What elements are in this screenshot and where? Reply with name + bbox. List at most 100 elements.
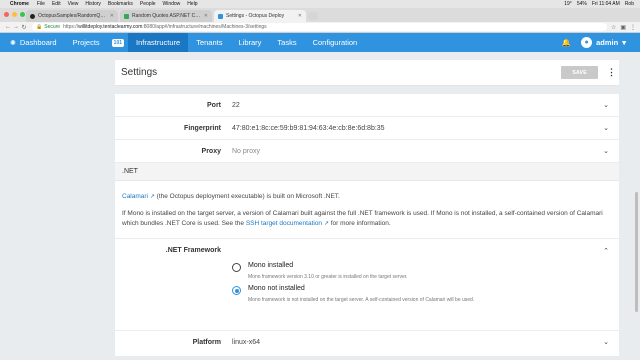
calamari-paragraph: Calamari ↗ (the Octopus deployment execu… xyxy=(115,192,619,202)
menubar-user[interactable]: Rob xyxy=(625,1,634,7)
page-icon xyxy=(124,13,129,19)
field-label: Proxy xyxy=(201,147,221,155)
page-title: Settings xyxy=(121,67,158,78)
chevron-down-icon[interactable]: ⌄ xyxy=(603,124,609,132)
forward-icon[interactable]: → xyxy=(12,24,20,30)
nav-label: Projects xyxy=(72,38,100,47)
nav-configuration[interactable]: Configuration xyxy=(305,33,366,52)
clock[interactable]: Fri 11:04 AM xyxy=(592,1,620,7)
ssh-docs-link[interactable]: SSH target documentation xyxy=(246,220,322,227)
octopus-top-nav: ✺ Dashboard Projects 101 Infrastructure … xyxy=(0,33,640,52)
close-tab-icon[interactable]: ✕ xyxy=(110,13,114,19)
menu-people[interactable]: People xyxy=(140,1,156,7)
dotnet-framework-row[interactable]: .NET Framework ⌃ xyxy=(115,238,619,262)
menu-view[interactable]: View xyxy=(68,1,79,7)
close-tab-icon[interactable]: ✕ xyxy=(204,13,208,19)
bell-icon[interactable]: 🔔 xyxy=(562,38,571,47)
chevron-down-icon[interactable]: ⌄ xyxy=(603,338,609,346)
github-icon xyxy=(30,13,35,19)
new-tab-button[interactable] xyxy=(308,12,318,20)
address-bar[interactable]: 🔒 Secure https:// willitdeploy.tentaclea… xyxy=(32,23,607,31)
mono-text-2: for more information. xyxy=(328,220,391,227)
menu-help[interactable]: Help xyxy=(187,1,197,7)
fingerprint-value: 47:80:e1:8c:ce:59:b9:81:94:63:4e:cb:8e:6… xyxy=(232,124,385,132)
dotnet-section-header: .NET xyxy=(115,163,619,181)
star-icon[interactable]: ☆ xyxy=(611,24,616,31)
tab-title: Settings - Octopus Deploy xyxy=(226,13,285,19)
octopus-icon: ✺ xyxy=(10,39,16,47)
calamari-link[interactable]: Calamari xyxy=(122,193,148,200)
nav-label: Library xyxy=(238,38,262,47)
option-body: Mono not installed Mono framework is not… xyxy=(248,285,488,304)
browser-tab-random-quotes[interactable]: Random Quotes ASP.NET Core ✕ xyxy=(120,10,212,22)
nav-projects[interactable]: Projects xyxy=(65,33,108,52)
proxy-value: No proxy xyxy=(232,147,261,155)
nav-library[interactable]: Library xyxy=(230,33,269,52)
back-icon[interactable]: ← xyxy=(4,24,12,30)
port-value: 22 xyxy=(232,101,240,109)
port-row[interactable]: Port 22 ⌄ xyxy=(115,94,619,117)
framework-options: Mono installed Mono framework version 3.… xyxy=(115,262,619,304)
option-label: Mono not installed xyxy=(248,285,305,292)
tab-title: OctopusSamples/RandomQuotes-Java xyxy=(38,13,107,19)
zoom-window-icon[interactable] xyxy=(20,12,25,17)
nav-tenants[interactable]: Tenants xyxy=(188,33,230,52)
scrollbar-thumb[interactable] xyxy=(635,192,638,312)
radio-mono-not-installed[interactable] xyxy=(232,286,241,295)
url-scheme: https:// xyxy=(63,24,79,30)
option-mono-installed[interactable]: Mono installed Mono framework version 3.… xyxy=(232,262,619,281)
more-vert-icon[interactable]: ⋮ xyxy=(607,68,616,77)
option-label: Mono installed xyxy=(248,262,294,269)
chevron-up-icon[interactable]: ⌃ xyxy=(603,247,609,255)
minimize-window-icon[interactable] xyxy=(12,12,17,17)
battery-level[interactable]: 54% xyxy=(577,1,587,7)
option-description: Mono framework is not installed on the t… xyxy=(248,297,475,303)
nav-label: Tenants xyxy=(196,38,223,47)
option-description: Mono framework version 3.10 or greater i… xyxy=(248,274,408,280)
fingerprint-row[interactable]: Fingerprint 47:80:e1:8c:ce:59:b9:81:94:6… xyxy=(115,117,619,140)
browser-toolbar: ← → ↻ 🔒 Secure https:// willitdeploy.ten… xyxy=(0,22,640,33)
close-tab-icon[interactable]: ✕ xyxy=(298,13,302,19)
reload-icon[interactable]: ↻ xyxy=(20,24,28,31)
nav-label: Tasks xyxy=(277,38,297,47)
chevron-down-icon[interactable]: ⌄ xyxy=(603,101,609,109)
user-menu[interactable]: ● admin ▾ xyxy=(581,37,626,48)
menu-file[interactable]: File xyxy=(37,1,45,7)
option-mono-not-installed[interactable]: Mono not installed Mono framework is not… xyxy=(232,285,619,304)
nav-tasks[interactable]: Tasks xyxy=(269,33,304,52)
nav-dashboard[interactable]: ✺ Dashboard xyxy=(0,33,65,52)
save-button[interactable]: SAVE xyxy=(561,66,598,79)
menu-window[interactable]: Window xyxy=(163,1,181,7)
platform-row[interactable]: Platform linux-x64 ⌄ xyxy=(115,330,619,353)
platform-value: linux-x64 xyxy=(232,338,261,346)
macos-menubar: Chrome File Edit View History Bookmarks … xyxy=(0,0,640,8)
field-label: Fingerprint xyxy=(184,124,221,132)
menubar-app-name[interactable]: Chrome xyxy=(10,1,29,7)
menu-bookmarks[interactable]: Bookmarks xyxy=(108,1,133,7)
extension-icon[interactable]: ▣ xyxy=(620,24,626,31)
close-window-icon[interactable] xyxy=(4,12,9,17)
menu-dots-icon[interactable]: ⋮ xyxy=(630,24,636,31)
proxy-row[interactable]: Proxy No proxy ⌄ xyxy=(115,140,619,163)
section-title: .NET xyxy=(122,168,138,175)
nav-label: Configuration xyxy=(312,38,358,47)
tab-title: Random Quotes ASP.NET Core xyxy=(132,13,201,19)
settings-content: Port 22 ⌄ Fingerprint 47:80:e1:8c:ce:59:… xyxy=(115,94,619,356)
chevron-down-icon[interactable]: ⌄ xyxy=(603,147,609,155)
menu-edit[interactable]: Edit xyxy=(52,1,61,7)
page-scrollbar[interactable] xyxy=(634,52,640,360)
nav-infrastructure[interactable]: Infrastructure xyxy=(128,33,189,52)
menubar-status: 19° 54% Fri 11:04 AM Rob xyxy=(564,1,640,7)
field-label: .NET Framework xyxy=(165,247,221,254)
nav-badge[interactable]: 101 xyxy=(111,38,125,47)
weather-temp[interactable]: 19° xyxy=(564,1,572,7)
avatar-icon: ● xyxy=(581,37,593,48)
lock-icon: 🔒 xyxy=(36,24,43,30)
menu-history[interactable]: History xyxy=(85,1,101,7)
settings-header: Settings SAVE ⋮ xyxy=(115,60,619,86)
radio-mono-installed[interactable] xyxy=(232,263,241,272)
mono-paragraph: If Mono is installed on the target serve… xyxy=(115,209,619,229)
browser-tab-github[interactable]: OctopusSamples/RandomQuotes-Java ✕ xyxy=(26,10,118,22)
browser-tab-settings[interactable]: Settings - Octopus Deploy ✕ xyxy=(214,10,306,22)
window-controls xyxy=(4,12,25,17)
